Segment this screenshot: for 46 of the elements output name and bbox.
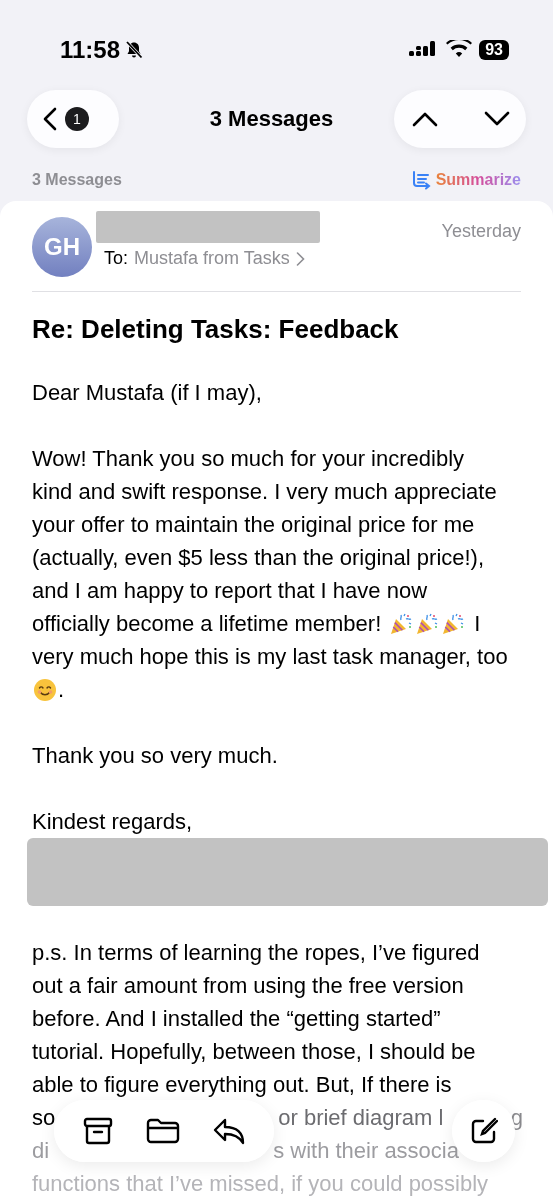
battery-indicator: 93 xyxy=(479,40,509,60)
summary-icon xyxy=(411,170,432,190)
message-count: 3 Messages xyxy=(32,171,122,189)
body-text: before. And I installed the “getting started” xyxy=(32,1005,441,1033)
body-text: (actually, even $5 less than the original price!), xyxy=(32,544,485,572)
reply-icon[interactable] xyxy=(213,1117,246,1145)
chevron-down-icon[interactable] xyxy=(484,111,510,127)
avatar: GH xyxy=(32,217,92,277)
body-text: Kindest regards, xyxy=(32,808,193,836)
back-button[interactable]: 1 xyxy=(27,90,119,148)
body-text: Thank you so very much. xyxy=(32,742,278,770)
recipient-link[interactable]: Mustafa from Tasks xyxy=(134,248,290,269)
body-text: Wow! Thank you so much for your incredibly xyxy=(32,445,465,473)
body-text: tutorial. Hopefully, between those, I should be xyxy=(32,1038,476,1066)
nav-title: 3 Messages xyxy=(209,106,334,132)
unread-badge: 1 xyxy=(65,107,89,131)
chevron-up-icon[interactable] xyxy=(412,111,438,127)
smiling-face-icon xyxy=(33,677,57,702)
body-text: Dear Mustafa (if I may), xyxy=(32,379,262,407)
body-text: p.s. In terms of learning the ropes, I’ve figured xyxy=(32,939,480,967)
body-text: so xyxy=(32,1104,56,1132)
folder-icon[interactable] xyxy=(146,1118,180,1144)
body-text: your offer to maintain the original price for me xyxy=(32,511,475,539)
body-text: out a fair amount from using the free version xyxy=(32,972,464,1000)
body-text: very much hope this is my last task manager, too xyxy=(32,643,508,671)
body-text: s with their associa xyxy=(273,1137,459,1165)
party-popper-icon xyxy=(389,611,414,636)
body-text: able to figure everything out. But, If there is xyxy=(32,1071,452,1099)
body-text: di xyxy=(32,1137,50,1165)
party-popper-icon xyxy=(415,611,440,636)
body-text: kind and swift response. I very much appreciate xyxy=(32,478,497,506)
message-date: Yesterday xyxy=(441,221,521,242)
compose-icon xyxy=(469,1117,498,1145)
to-label: To: xyxy=(104,248,128,269)
archive-icon[interactable] xyxy=(82,1117,113,1145)
body-text: . xyxy=(58,676,65,704)
chevron-right-icon xyxy=(295,250,305,267)
body-text: functions that I’ve missed, if you could possibly xyxy=(32,1170,489,1198)
body-text: I xyxy=(474,610,481,638)
message-subject: Re: Deleting Tasks: Feedback xyxy=(32,313,400,346)
time: 11:58 xyxy=(60,36,121,64)
body-text: and I am happy to report that I have now xyxy=(32,577,428,605)
body-text: officially become a lifetime member! xyxy=(32,610,382,638)
body-text: or brief diagram l xyxy=(278,1104,444,1132)
chevron-left-icon xyxy=(43,107,57,131)
party-popper-icon xyxy=(441,611,466,636)
